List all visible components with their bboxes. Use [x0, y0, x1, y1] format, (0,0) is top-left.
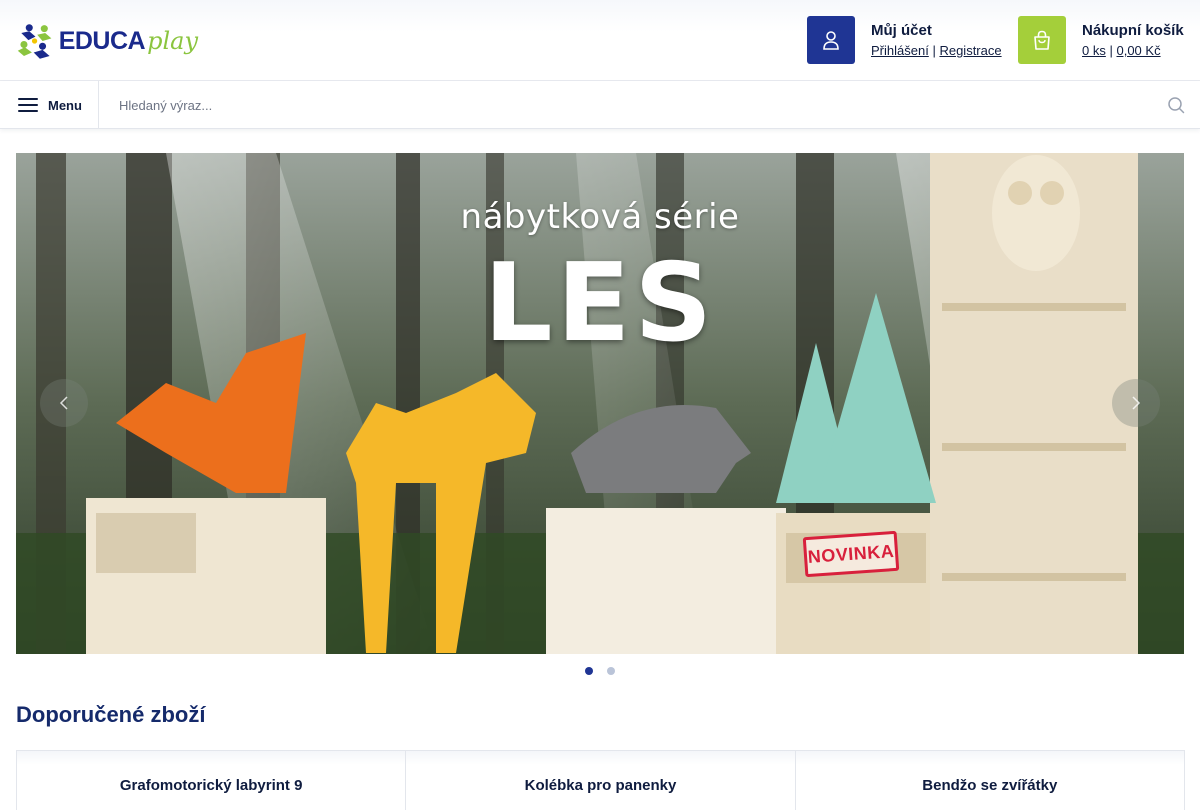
slider-next-button[interactable]: [1112, 379, 1160, 427]
logo-text-play: play: [147, 26, 198, 55]
cart-block: Nákupní košík 0 ks | 0,00 Kč: [1018, 16, 1184, 64]
site-logo[interactable]: EDUCA play: [16, 18, 198, 64]
menu-label: Menu: [48, 97, 82, 113]
logo-text-educa: EDUCA: [58, 26, 146, 55]
slider-prev-button[interactable]: [40, 379, 88, 427]
product-card[interactable]: Bendžo se zvířátky: [794, 750, 1185, 810]
product-name[interactable]: Bendžo se zvířátky: [796, 777, 1184, 794]
chevron-left-icon: [59, 396, 68, 410]
site-header: EDUCA play Můj účet Přihlášení | Registr…: [0, 0, 1200, 81]
product-list: Grafomotorický labyrint 9 Kolébka pro pan…: [16, 750, 1185, 810]
search-button[interactable]: [1164, 93, 1188, 117]
register-link[interactable]: Registrace: [939, 43, 1001, 58]
logo-figures-icon: [17, 24, 52, 59]
slider-dot-1[interactable]: [585, 667, 593, 675]
cart-separator: |: [1109, 43, 1113, 58]
cart-button[interactable]: [1018, 16, 1066, 64]
novinka-badge: NOVINKA: [802, 530, 900, 578]
user-icon: [823, 31, 839, 50]
account-button[interactable]: [807, 16, 855, 64]
slider-dot-2[interactable]: [607, 667, 615, 675]
product-name[interactable]: Grafomotorický labyrint 9: [17, 777, 405, 794]
account-title: Můj účet: [871, 22, 932, 39]
account-block: Můj účet Přihlášení | Registrace: [807, 16, 1002, 64]
account-separator: |: [932, 43, 936, 58]
slide-headline: nábytková série: [460, 197, 740, 237]
product-card[interactable]: Kolébka pro panenky: [405, 750, 796, 810]
login-link[interactable]: Přihlášení: [871, 43, 929, 58]
cart-count-link[interactable]: 0 ks: [1082, 43, 1106, 58]
cart-title: Nákupní košík: [1082, 22, 1184, 39]
recommended-title: Doporučené zboží: [16, 702, 206, 727]
product-card[interactable]: Grafomotorický labyrint 9: [16, 750, 407, 810]
shopping-bag-icon: [1034, 30, 1050, 50]
chevron-right-icon: [1132, 396, 1141, 410]
hamburger-icon: [18, 98, 38, 112]
slider-pagination: [0, 664, 1200, 678]
search-icon: [1168, 97, 1185, 114]
slide-big-title: LES: [483, 241, 717, 366]
search-bar: Menu: [0, 81, 1200, 129]
hero-slider[interactable]: nábytková série LES NOVINKA: [16, 153, 1184, 654]
product-name[interactable]: Kolébka pro panenky: [406, 777, 794, 794]
menu-button[interactable]: Menu: [0, 81, 99, 129]
cart-total-link[interactable]: 0,00 Kč: [1116, 43, 1160, 58]
search-input[interactable]: [110, 90, 1150, 120]
